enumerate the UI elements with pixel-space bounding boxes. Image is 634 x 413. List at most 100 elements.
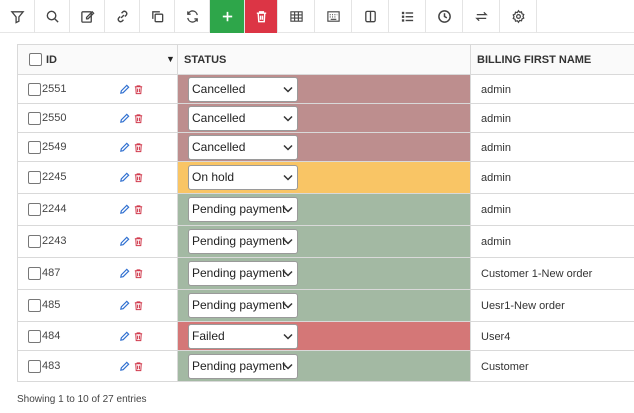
status-select[interactable]: Pending payment bbox=[188, 354, 298, 379]
billing-first-name-cell: admin bbox=[471, 75, 634, 103]
status-select-value: Pending payment bbox=[192, 202, 286, 216]
row-checkbox[interactable] bbox=[28, 235, 41, 248]
settings-button[interactable] bbox=[500, 0, 537, 33]
orders-table: ID ▼ STATUS BILLING FIRST NAME 2551 Cance… bbox=[17, 44, 634, 382]
id-cell: 2549 bbox=[18, 133, 178, 161]
chevron-down-icon bbox=[283, 206, 293, 213]
table-view-button[interactable] bbox=[278, 0, 315, 33]
status-select[interactable]: Cancelled bbox=[188, 106, 298, 131]
trash-icon bbox=[256, 11, 266, 23]
row-checkbox[interactable] bbox=[28, 171, 41, 184]
pencil-icon[interactable] bbox=[119, 361, 130, 372]
id-cell: 2551 bbox=[18, 75, 178, 103]
trash-icon[interactable] bbox=[133, 331, 144, 342]
trash-icon[interactable] bbox=[133, 361, 144, 372]
id-cell: 484 bbox=[18, 322, 178, 350]
pencil-icon[interactable] bbox=[119, 84, 130, 95]
trash-icon[interactable] bbox=[133, 268, 144, 279]
chevron-down-icon bbox=[283, 238, 293, 245]
list-icon bbox=[401, 11, 413, 22]
row-checkbox[interactable] bbox=[28, 267, 41, 280]
add-button[interactable] bbox=[210, 0, 245, 33]
status-select[interactable]: Pending payment bbox=[188, 197, 298, 222]
pencil-icon[interactable] bbox=[119, 300, 130, 311]
trash-icon[interactable] bbox=[133, 204, 144, 215]
list-button[interactable] bbox=[389, 0, 426, 33]
row-checkbox[interactable] bbox=[28, 299, 41, 312]
chevron-down-icon bbox=[283, 270, 293, 277]
id-cell: 487 bbox=[18, 258, 178, 289]
status-select[interactable]: Cancelled bbox=[188, 135, 298, 160]
trash-icon[interactable] bbox=[133, 300, 144, 311]
refresh-button[interactable] bbox=[175, 0, 210, 33]
pencil-icon[interactable] bbox=[119, 142, 130, 153]
id-column-header[interactable]: ID ▼ bbox=[18, 45, 178, 74]
row-checkbox[interactable] bbox=[28, 141, 41, 154]
billing-first-name: admin bbox=[481, 142, 511, 154]
status-select[interactable]: Pending payment bbox=[188, 229, 298, 254]
history-button[interactable] bbox=[426, 0, 463, 33]
sort-desc-icon[interactable]: ▼ bbox=[166, 54, 175, 64]
table-row[interactable]: 484 Failed User4 bbox=[17, 322, 634, 351]
table-row[interactable]: 485 Pending payment Uesr1-New order bbox=[17, 290, 634, 322]
trash-icon[interactable] bbox=[133, 236, 144, 247]
status-select[interactable]: Pending payment bbox=[188, 261, 298, 286]
table-row[interactable]: 2549 Cancelled admin bbox=[17, 133, 634, 162]
table-row[interactable]: 2245 On hold admin bbox=[17, 162, 634, 194]
row-checkbox[interactable] bbox=[28, 203, 41, 216]
status-select-value: Failed bbox=[192, 329, 225, 343]
table-row[interactable]: 487 Pending payment Customer 1-New order bbox=[17, 258, 634, 290]
trash-icon[interactable] bbox=[133, 142, 144, 153]
row-checkbox[interactable] bbox=[28, 112, 41, 125]
table-row[interactable]: 483 Pending payment Customer bbox=[17, 351, 634, 382]
status-select[interactable]: Cancelled bbox=[188, 77, 298, 102]
pencil-icon[interactable] bbox=[119, 113, 130, 124]
row-checkbox[interactable] bbox=[28, 360, 41, 373]
id-cell: 2245 bbox=[18, 162, 178, 193]
delete-button[interactable] bbox=[245, 0, 278, 33]
swap-button[interactable] bbox=[463, 0, 500, 33]
row-checkbox[interactable] bbox=[28, 330, 41, 343]
billing-first-name: Customer 1-New order bbox=[481, 268, 593, 280]
status-column-header[interactable]: STATUS bbox=[178, 45, 471, 74]
pencil-icon[interactable] bbox=[119, 268, 130, 279]
billing-first-name-cell: Uesr1-New order bbox=[471, 290, 634, 321]
pencil-icon[interactable] bbox=[119, 172, 130, 183]
pencil-icon[interactable] bbox=[119, 331, 130, 342]
search-icon bbox=[46, 10, 59, 23]
table-row[interactable]: 2551 Cancelled admin bbox=[17, 75, 634, 104]
billing-first-name: Uesr1-New order bbox=[481, 300, 565, 312]
filter-button[interactable] bbox=[0, 0, 35, 33]
table-row[interactable]: 2243 Pending payment admin bbox=[17, 226, 634, 258]
id-cell: 483 bbox=[18, 351, 178, 381]
id-cell: 2243 bbox=[18, 226, 178, 257]
table-row[interactable]: 2550 Cancelled admin bbox=[17, 104, 634, 133]
status-select[interactable]: Failed bbox=[188, 324, 298, 349]
table-icon bbox=[289, 11, 303, 22]
trash-icon[interactable] bbox=[133, 84, 144, 95]
link-button[interactable] bbox=[105, 0, 140, 33]
edit-button[interactable] bbox=[70, 0, 105, 33]
pencil-icon[interactable] bbox=[119, 236, 130, 247]
table-row[interactable]: 2244 Pending payment admin bbox=[17, 194, 634, 226]
billing-first-name-cell: Customer 1-New order bbox=[471, 258, 634, 289]
row-checkbox[interactable] bbox=[28, 83, 41, 96]
trash-icon[interactable] bbox=[133, 172, 144, 183]
chevron-down-icon bbox=[283, 144, 293, 151]
pencil-icon[interactable] bbox=[119, 204, 130, 215]
status-select[interactable]: Pending payment bbox=[188, 293, 298, 318]
search-button[interactable] bbox=[35, 0, 70, 33]
chevron-down-icon bbox=[283, 363, 293, 370]
keyboard-button[interactable] bbox=[315, 0, 352, 33]
billing-first-name-column-header[interactable]: BILLING FIRST NAME bbox=[471, 45, 634, 74]
select-all-checkbox[interactable] bbox=[29, 53, 42, 66]
chevron-down-icon bbox=[283, 174, 293, 181]
columns-button[interactable] bbox=[352, 0, 389, 33]
order-id: 483 bbox=[42, 360, 61, 372]
billing-first-name: User4 bbox=[481, 331, 511, 343]
status-select[interactable]: On hold bbox=[188, 165, 298, 190]
billing-first-name: admin bbox=[481, 204, 511, 216]
copy-button[interactable] bbox=[140, 0, 175, 33]
trash-icon[interactable] bbox=[133, 113, 144, 124]
status-select-value: Pending payment bbox=[192, 234, 286, 248]
